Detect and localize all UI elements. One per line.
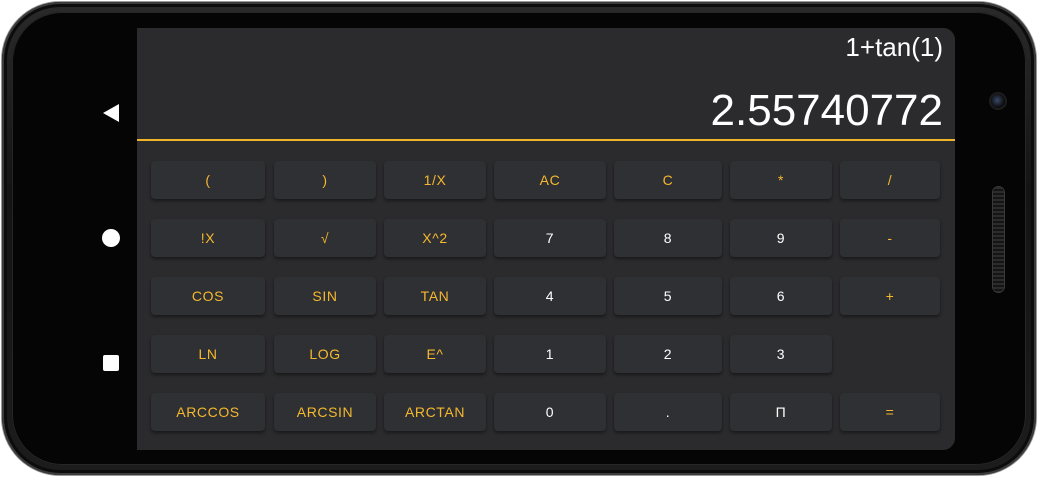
digit-6-button[interactable]: 6 <box>730 277 832 315</box>
square-button[interactable]: X^2 <box>384 219 486 257</box>
calculator-screen: 1+tan(1) 2.55740772 ( ) 1/X AC C * / !X … <box>137 28 955 450</box>
cos-button[interactable]: COS <box>151 277 265 315</box>
log-button[interactable]: LOG <box>274 335 376 373</box>
ln-button[interactable]: LN <box>151 335 265 373</box>
digit-7-button[interactable]: 7 <box>494 219 606 257</box>
equals-button[interactable]: = <box>840 393 940 431</box>
arccos-button[interactable]: ARCCOS <box>151 393 265 431</box>
decimal-button[interactable]: . <box>614 393 722 431</box>
sin-button[interactable]: SIN <box>274 277 376 315</box>
exp-button[interactable]: E^ <box>384 335 486 373</box>
digit-0-button[interactable]: 0 <box>494 393 606 431</box>
speaker-grille <box>993 187 1004 292</box>
clear-button[interactable]: C <box>614 161 722 199</box>
divide-button[interactable]: / <box>840 161 940 199</box>
all-clear-button[interactable]: AC <box>494 161 606 199</box>
digit-8-button[interactable]: 8 <box>614 219 722 257</box>
home-icon[interactable] <box>102 229 120 247</box>
arcsin-button[interactable]: ARCSIN <box>274 393 376 431</box>
close-paren-button[interactable]: ) <box>274 161 376 199</box>
tan-button[interactable]: TAN <box>384 277 486 315</box>
digit-2-button[interactable]: 2 <box>614 335 722 373</box>
pi-button[interactable]: Π <box>730 393 832 431</box>
arctan-button[interactable]: ARCTAN <box>384 393 486 431</box>
camera-icon <box>991 94 1005 108</box>
digit-9-button[interactable]: 9 <box>730 219 832 257</box>
recents-icon[interactable] <box>103 355 119 371</box>
digit-5-button[interactable]: 5 <box>614 277 722 315</box>
display-divider <box>137 139 955 141</box>
sqrt-button[interactable]: √ <box>274 219 376 257</box>
display-panel: 1+tan(1) 2.55740772 <box>137 28 955 140</box>
open-paren-button[interactable]: ( <box>151 161 265 199</box>
result-text: 2.55740772 <box>710 86 943 135</box>
reciprocal-button[interactable]: 1/X <box>384 161 486 199</box>
multiply-button[interactable]: * <box>730 161 832 199</box>
plus-button[interactable]: + <box>840 277 940 315</box>
factorial-button[interactable]: !X <box>151 219 265 257</box>
digit-1-button[interactable]: 1 <box>494 335 606 373</box>
minus-button[interactable]: - <box>840 219 940 257</box>
back-icon[interactable] <box>103 104 119 122</box>
digit-3-button[interactable]: 3 <box>730 335 832 373</box>
digit-4-button[interactable]: 4 <box>494 277 606 315</box>
expression-text: 1+tan(1) <box>845 32 943 62</box>
